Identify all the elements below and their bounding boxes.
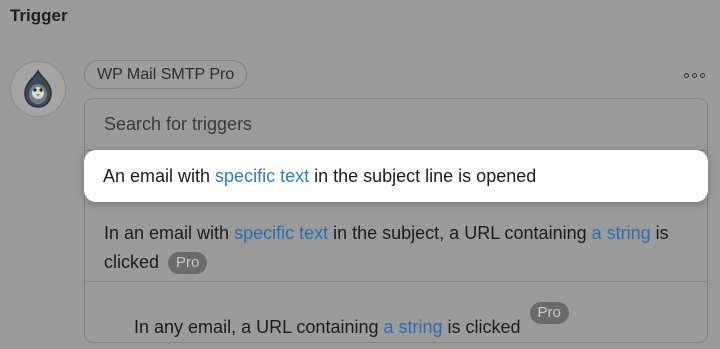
option-text: is clicked [442,317,526,337]
specific-text-link[interactable]: specific text [234,223,328,243]
option-text: In any email, a URL containing [134,317,384,337]
trigger-option-email-opened[interactable]: An email with specific text in the subje… [84,150,708,202]
section-title: Trigger [10,6,68,25]
more-options-icon[interactable] [684,72,708,78]
plugin-chip[interactable]: WP Mail SMTP Pro [84,60,248,89]
option-text: An email with [103,165,216,186]
option-text: in the subject, a URL containing [328,223,592,243]
specific-text-link[interactable]: specific text [215,166,309,186]
trigger-dropdown: Search for triggers In an email with spe… [84,98,708,343]
a-string-link[interactable]: a string [383,317,442,337]
plugin-avatar [10,61,66,117]
trigger-option-url-clicked-subject[interactable]: In an email with specific text in the su… [85,216,707,282]
pro-badge: Pro [168,252,208,274]
option-text: in the subject line is opened [309,165,537,186]
a-string-link[interactable]: a string [592,223,651,243]
search-input[interactable]: Search for triggers [85,99,707,151]
trigger-option-url-clicked-any[interactable]: In any email, a URL containing a string … [85,282,707,342]
wp-mail-smtp-bird-icon [24,69,52,108]
pro-badge: Pro [529,302,569,324]
option-text: In an email with [104,223,235,243]
